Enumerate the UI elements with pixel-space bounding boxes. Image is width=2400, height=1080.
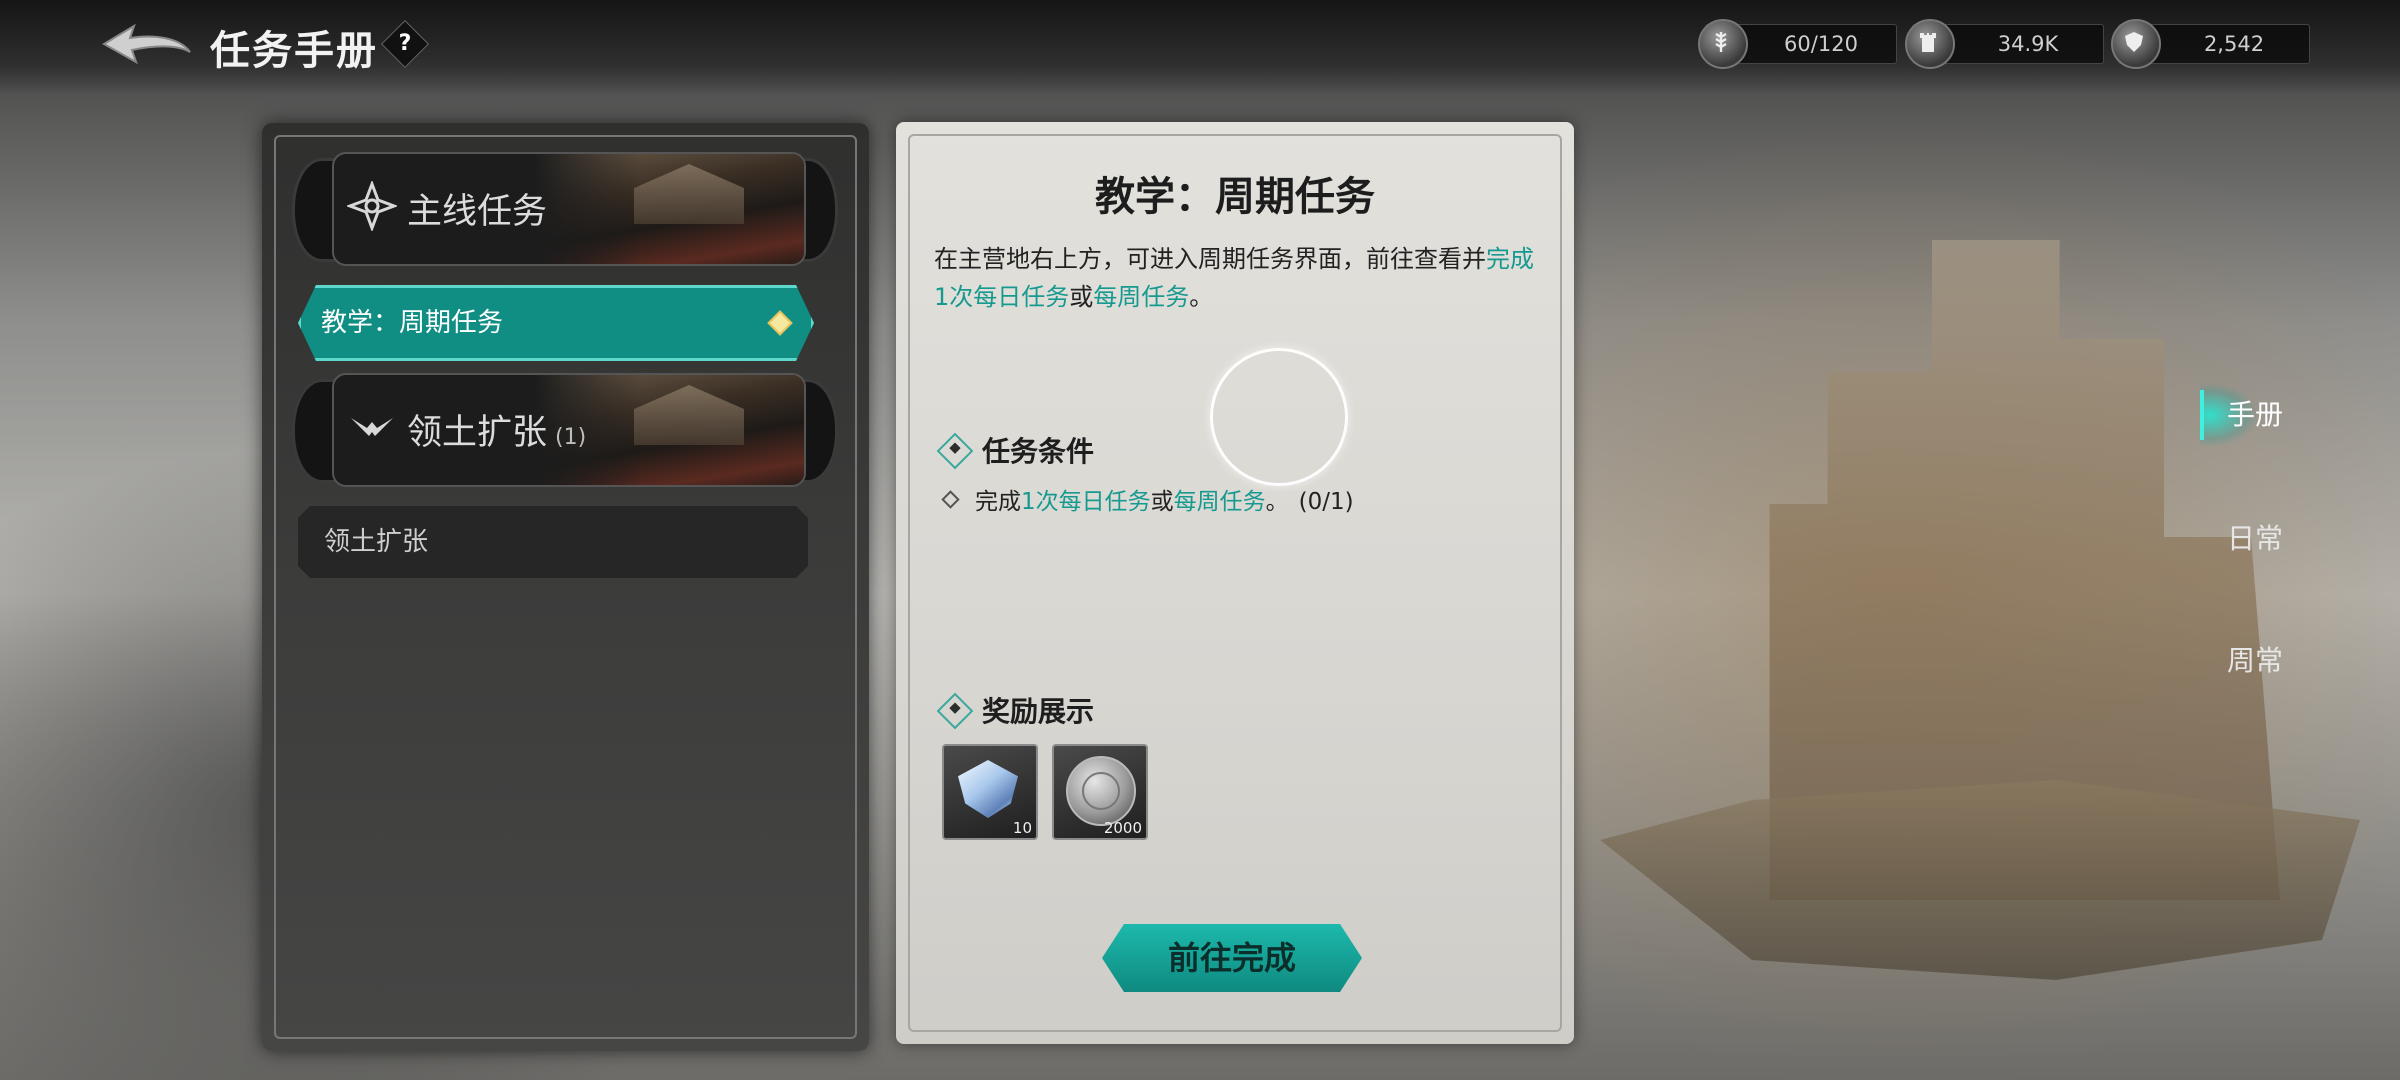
wings-icon — [351, 418, 393, 436]
page-title: 任务手册 — [210, 28, 378, 74]
background-cliff — [1600, 780, 2360, 980]
resource-food[interactable]: 60/120 — [1698, 19, 1897, 69]
quest-item-label: 领土扩张 — [324, 527, 429, 557]
back-arrow-icon — [102, 23, 191, 65]
category-main-quest[interactable]: 主线任务 — [292, 148, 838, 266]
resource-defense-value: 2,542 — [2203, 32, 2265, 56]
resource-stone[interactable]: 34.9K — [1905, 19, 2104, 69]
category-count: (1) — [555, 425, 587, 450]
section-diamond-icon — [936, 432, 974, 470]
tab-handbook[interactable]: 手册 — [2200, 380, 2310, 450]
category-territory[interactable]: 领土扩张 (1) — [292, 369, 838, 487]
condition-progress: (0/1) — [1298, 489, 1354, 515]
quest-category-panel: 主线任务 教学：周期任务 领土扩张 (1) 领土扩张 — [262, 123, 869, 1051]
quest-description: 在主营地右上方，可进入周期任务界面，前往查看并完成1次每日任务或每周任务。 — [934, 245, 1534, 311]
category-label: 领土扩张 (1) — [407, 413, 587, 453]
back-button[interactable] — [100, 18, 195, 74]
quest-detail-panel: 教学：周期任务 在主营地右上方，可进入周期任务界面，前往查看并完成1次每日任务或… — [896, 122, 1574, 1044]
tap-indicator-circle — [1210, 348, 1348, 486]
go-complete-label: 前往完成 — [1167, 939, 1296, 977]
shield-icon — [2111, 19, 2161, 69]
top-bar: 任务手册 ? 60/120 34.9K 2,542 — [0, 0, 2400, 95]
quest-title: 教学：周期任务 — [1095, 174, 1375, 220]
selected-diamond-icon — [767, 310, 792, 335]
conditions-heading: 任务条件 — [936, 430, 1094, 470]
go-complete-button[interactable]: 前往完成 — [1102, 924, 1362, 992]
tab-daily[interactable]: 日常 — [2200, 504, 2310, 574]
compass-star-icon — [347, 181, 397, 231]
section-diamond-icon — [936, 692, 974, 730]
reward-qty: 2000 — [1103, 819, 1142, 837]
resource-food-value: 60/120 — [1784, 32, 1858, 56]
category-label: 主线任务 — [407, 192, 548, 232]
reward-item[interactable]: 10 — [942, 744, 1038, 840]
quest-item[interactable]: 领土扩张 — [298, 506, 808, 578]
rewards-heading: 奖励展示 — [936, 690, 1094, 730]
tower-icon — [1905, 19, 1955, 69]
help-icon-label: ? — [398, 31, 412, 56]
help-icon[interactable]: ? — [380, 19, 430, 69]
panel-frame — [274, 135, 857, 1039]
crystal-gem-icon — [958, 760, 1018, 818]
wheat-icon — [1698, 19, 1748, 69]
condition-row: 完成1次每日任务或每周任务。 (0/1) — [936, 482, 1354, 516]
tab-weekly[interactable]: 周常 — [2200, 626, 2310, 696]
category-banner — [332, 152, 806, 266]
quest-item-active[interactable]: 教学：周期任务 — [298, 285, 814, 361]
resource-stone-value: 34.9K — [1997, 32, 2059, 56]
resource-defense[interactable]: 2,542 — [2111, 19, 2310, 69]
reward-item[interactable]: 2000 — [1052, 744, 1148, 840]
silver-coin-icon — [1066, 756, 1136, 826]
quest-item-label: 教学：周期任务 — [321, 308, 504, 338]
bullet-diamond-icon — [941, 490, 960, 509]
category-image — [534, 154, 804, 264]
reward-qty: 10 — [1012, 819, 1032, 837]
